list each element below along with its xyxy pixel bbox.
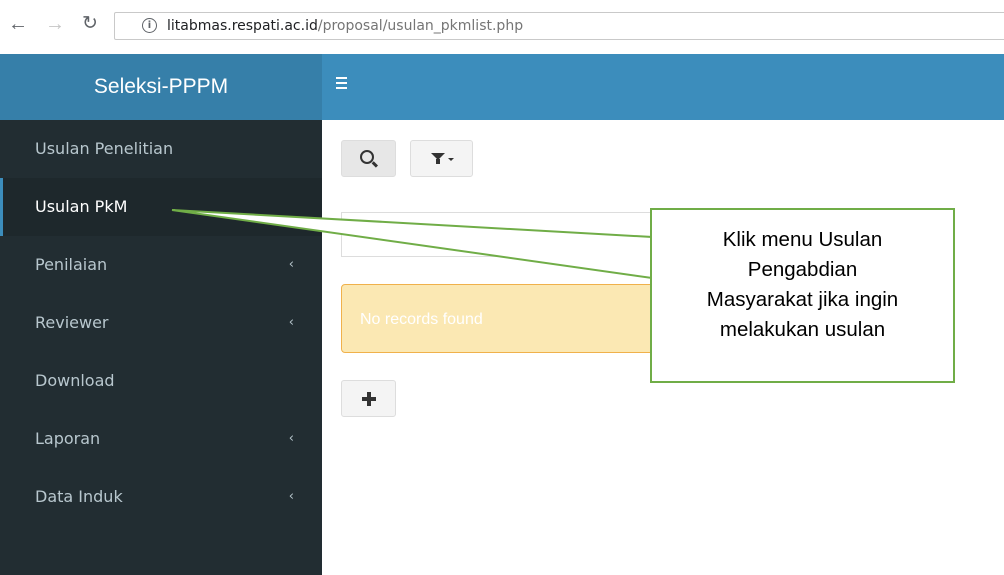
- forward-arrow-icon[interactable]: →: [45, 14, 65, 34]
- filter-button[interactable]: [410, 140, 473, 177]
- callout-line: melakukan usulan: [719, 318, 886, 341]
- chevron-left-icon: ‹: [288, 257, 294, 272]
- url-path: /proposal/usulan_pkmlist.php: [317, 18, 524, 34]
- address-bar[interactable]: i litabmas.respati.ac.id/proposal/usulan…: [114, 12, 1004, 40]
- chevron-left-icon: ‹: [288, 431, 294, 446]
- url-text: litabmas.respati.ac.id/proposal/usulan_p…: [167, 18, 523, 34]
- annotation-callout: Klik menu Usulan Pengabdian Masyarakat j…: [650, 208, 955, 383]
- sidebar-item-usulan-pkm[interactable]: Usulan PkM: [0, 178, 322, 236]
- chevron-left-icon: ‹: [288, 315, 294, 330]
- top-navbar: [322, 54, 1004, 120]
- sidebar-item-download[interactable]: Download: [0, 352, 322, 410]
- sidebar-item-label: Download: [35, 371, 115, 390]
- browser-toolbar: ← → ↻ i litabmas.respati.ac.id/proposal/…: [0, 0, 1004, 54]
- callout-line: Pengabdian: [747, 258, 858, 281]
- sidebar-item-penilaian[interactable]: Penilaian ‹: [0, 236, 322, 294]
- callout-line: Klik menu Usulan: [722, 228, 883, 251]
- empty-records-alert: No records found: [341, 284, 661, 353]
- back-arrow-icon[interactable]: ←: [8, 14, 28, 34]
- sidebar-item-label: Usulan Penelitian: [35, 139, 174, 158]
- info-icon[interactable]: i: [142, 18, 157, 33]
- url-host: litabmas.respati.ac.id: [167, 18, 318, 34]
- sidebar-item-label: Usulan PkM: [35, 197, 128, 216]
- sidebar-item-label: Data Induk: [35, 487, 123, 506]
- chevron-left-icon: ‹: [288, 489, 294, 504]
- sidebar-item-usulan-penelitian[interactable]: Usulan Penelitian: [0, 120, 322, 178]
- sidebar-item-laporan[interactable]: Laporan ‹: [0, 410, 322, 468]
- sidebar-item-label: Laporan: [35, 429, 101, 448]
- search-icon: [360, 150, 374, 164]
- grid-toolbar: [341, 212, 661, 257]
- add-button[interactable]: [341, 380, 396, 417]
- app-logo[interactable]: Seleksi-PPPM: [0, 54, 322, 120]
- search-button[interactable]: [341, 140, 396, 177]
- hamburger-menu-icon[interactable]: [336, 77, 347, 92]
- callout-line: Masyarakat jika ingin: [706, 288, 899, 311]
- plus-icon-vertical: [367, 392, 371, 406]
- sidebar-item-label: Reviewer: [35, 313, 109, 332]
- sidebar: Usulan Penelitian Usulan PkM Penilaian ‹ …: [0, 120, 322, 575]
- caret-down-icon: [448, 158, 454, 161]
- sidebar-item-label: Penilaian: [35, 255, 108, 274]
- sidebar-item-reviewer[interactable]: Reviewer ‹: [0, 294, 322, 352]
- sidebar-item-data-induk[interactable]: Data Induk ‹: [0, 468, 322, 526]
- reload-icon[interactable]: ↻: [82, 14, 98, 34]
- filter-icon-stem: [436, 159, 440, 164]
